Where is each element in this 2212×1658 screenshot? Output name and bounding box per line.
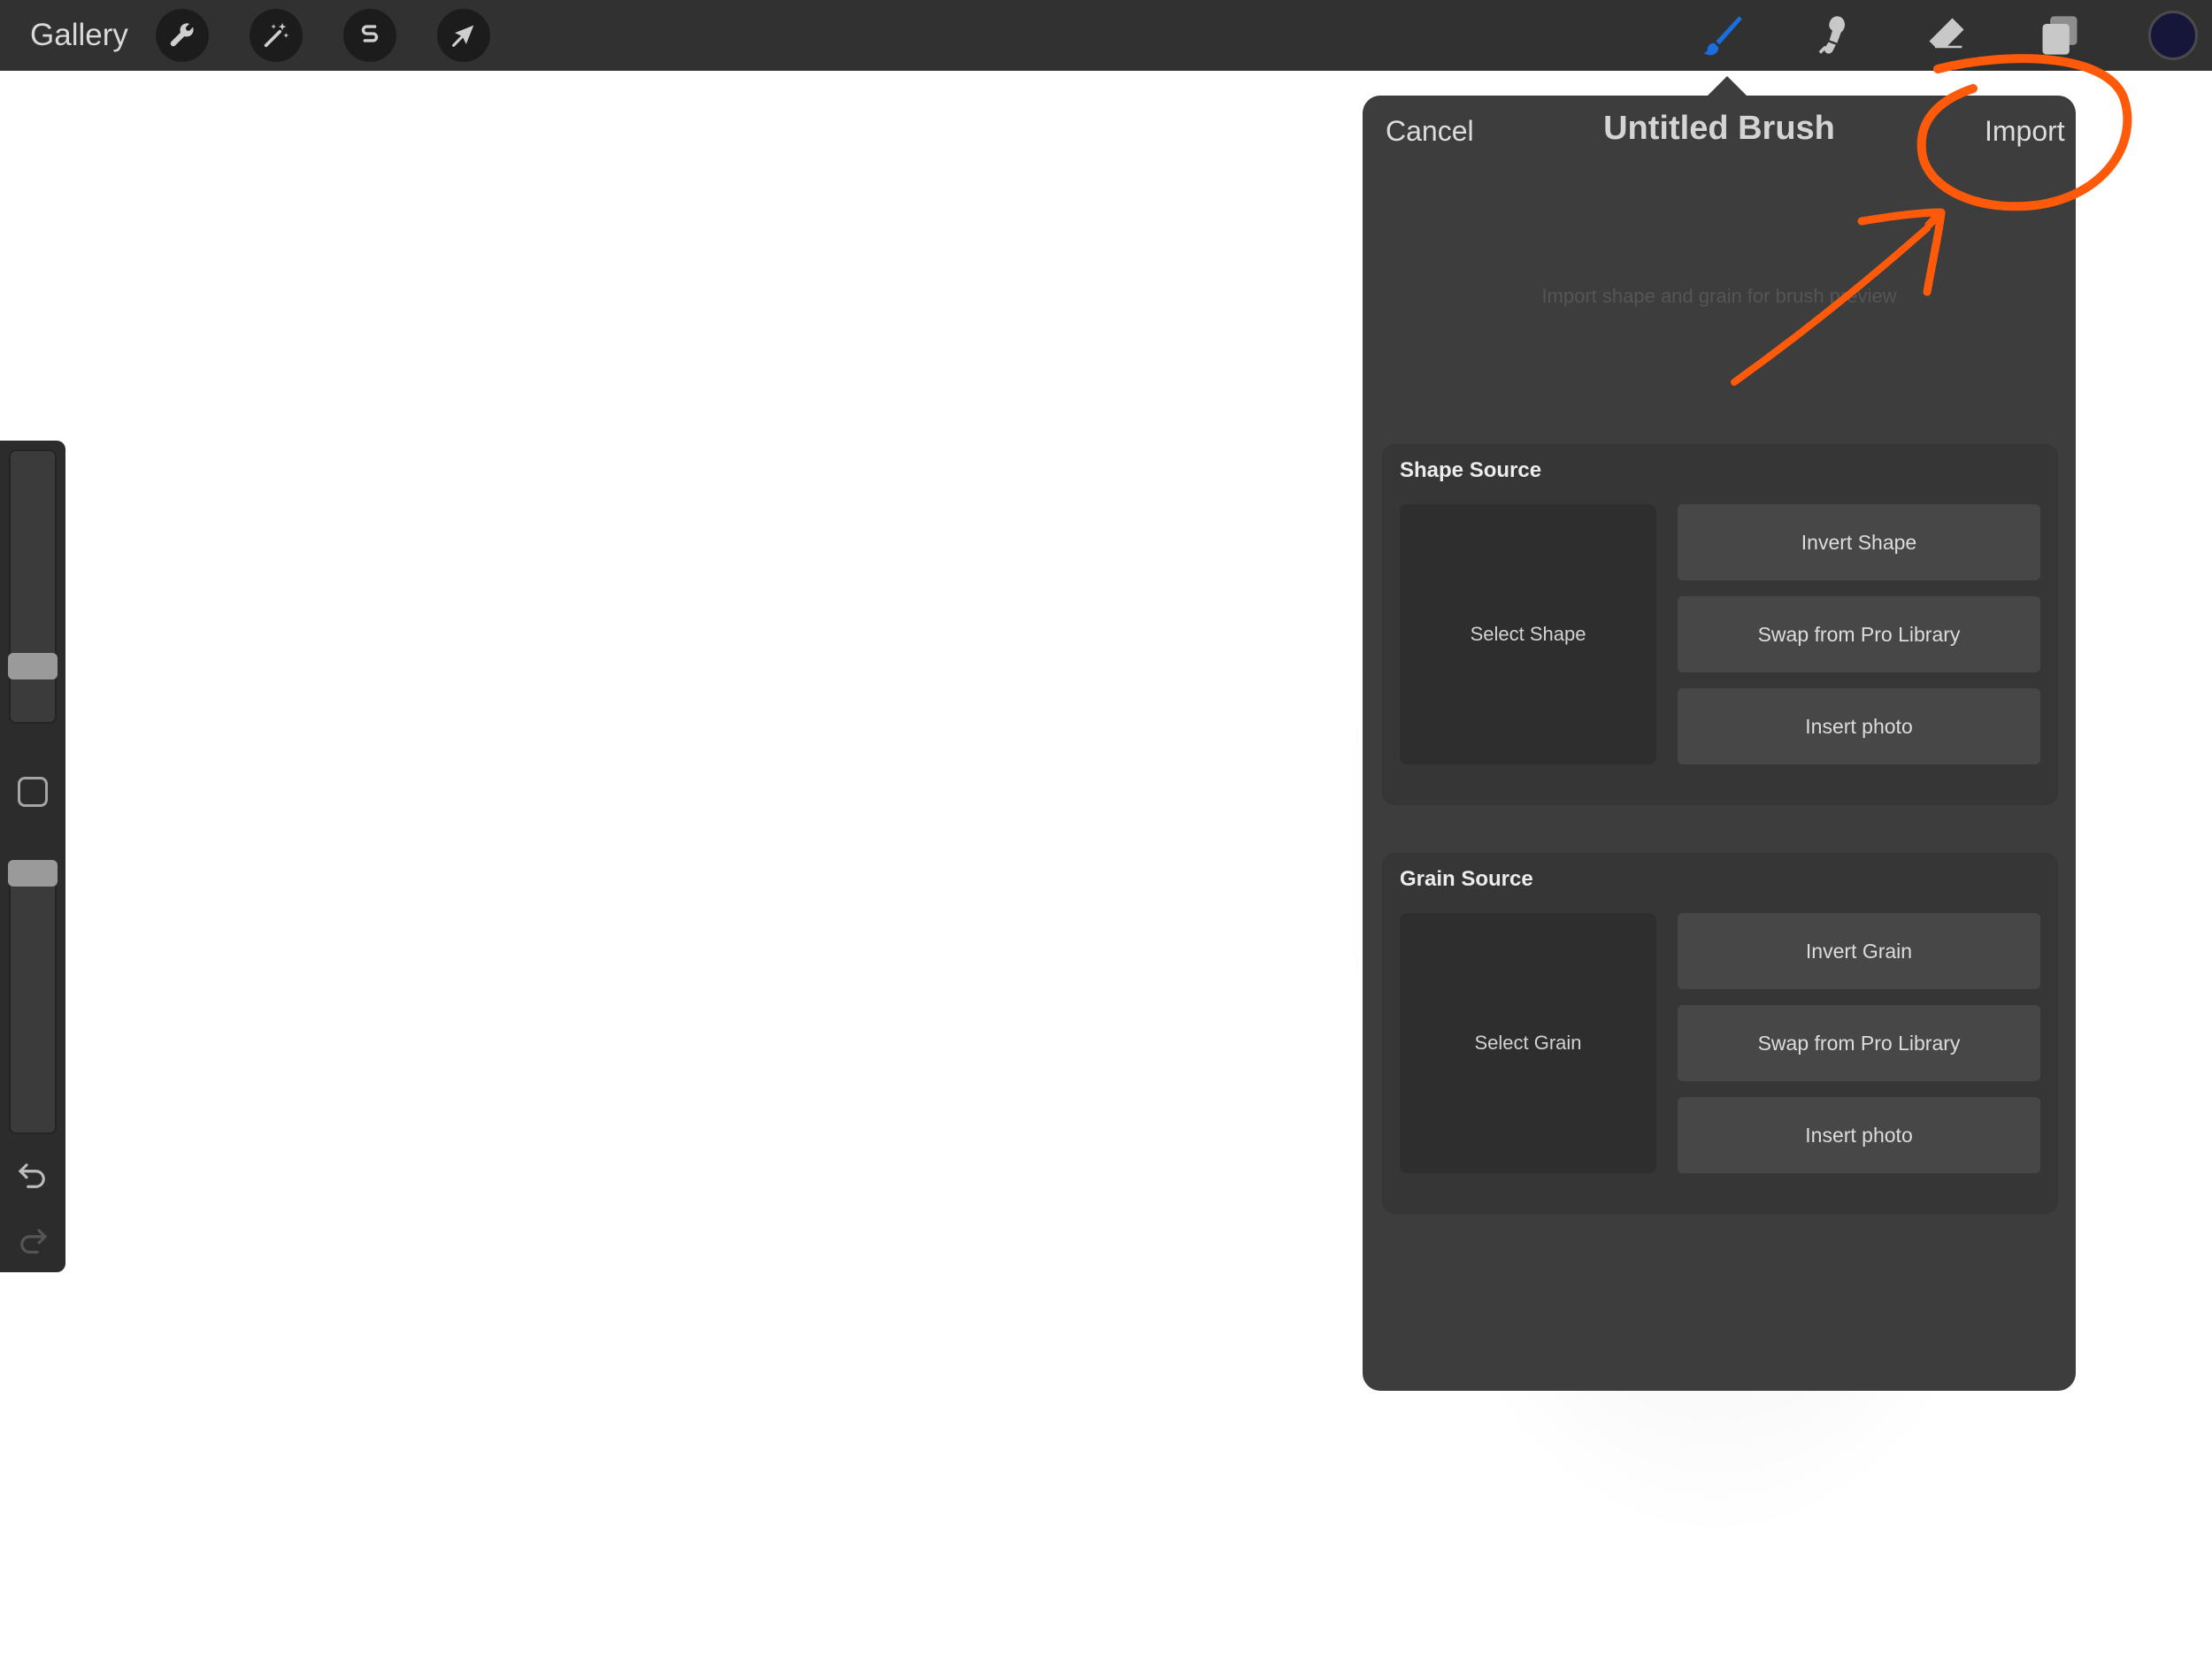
selection-icon xyxy=(361,25,379,42)
popover-pointer xyxy=(1706,76,1748,97)
brush-import-panel: Cancel Untitled Brush Import Import shap… xyxy=(1363,96,2076,1391)
grain-source-title: Grain Source xyxy=(1400,867,1533,891)
layers-icon xyxy=(2042,16,2078,55)
gallery-button[interactable]: Gallery xyxy=(30,18,128,53)
modify-button-icon[interactable] xyxy=(18,777,48,807)
smudge-tool-button[interactable] xyxy=(1809,11,1858,60)
brush-opacity-slider-thumb[interactable] xyxy=(8,860,58,887)
top-toolbar: Gallery xyxy=(0,0,2212,71)
panel-title: Untitled Brush xyxy=(1603,110,1835,147)
swap-grain-pro-library-button[interactable]: Swap from Pro Library xyxy=(1678,1005,2040,1081)
actions-button[interactable] xyxy=(156,9,209,62)
invert-shape-button[interactable]: Invert Shape xyxy=(1678,504,2040,580)
invert-grain-button[interactable]: Invert Grain xyxy=(1678,913,2040,989)
import-button[interactable]: Import xyxy=(1985,115,2065,148)
redo-icon[interactable] xyxy=(14,1223,51,1260)
eraser-tool-button[interactable] xyxy=(1922,11,1971,60)
brush-icon xyxy=(1703,16,1742,56)
insert-shape-photo-button[interactable]: Insert photo xyxy=(1678,688,2040,764)
selection-button[interactable] xyxy=(343,9,396,62)
undo-icon[interactable] xyxy=(14,1157,51,1194)
eraser-icon xyxy=(1929,18,1964,49)
layers-button[interactable] xyxy=(2035,11,2085,60)
color-picker-button[interactable] xyxy=(2148,11,2198,60)
transform-button[interactable] xyxy=(437,9,490,62)
swap-shape-pro-library-button[interactable]: Swap from Pro Library xyxy=(1678,596,2040,672)
magic-wand-icon xyxy=(264,22,289,48)
insert-grain-photo-button[interactable]: Insert photo xyxy=(1678,1097,2040,1173)
wrench-icon xyxy=(170,23,194,47)
smudge-icon xyxy=(1818,16,1845,54)
brush-opacity-slider[interactable] xyxy=(9,860,57,1134)
transform-arrow-icon xyxy=(452,25,474,47)
brush-size-slider-thumb[interactable] xyxy=(8,653,58,679)
select-shape-button[interactable]: Select Shape xyxy=(1400,504,1656,764)
select-grain-button[interactable]: Select Grain xyxy=(1400,913,1656,1173)
shape-source-section: Shape Source Select Shape Invert Shape S… xyxy=(1382,444,2058,805)
left-sidebar xyxy=(0,441,65,1272)
brush-tool-button[interactable] xyxy=(1697,11,1747,60)
shape-source-title: Shape Source xyxy=(1400,458,1542,482)
adjustments-button[interactable] xyxy=(250,9,303,62)
grain-source-section: Grain Source Select Grain Invert Grain S… xyxy=(1382,853,2058,1214)
brush-preview-hint: Import shape and grain for brush preview xyxy=(1541,285,1897,307)
brush-size-slider[interactable] xyxy=(9,449,57,724)
